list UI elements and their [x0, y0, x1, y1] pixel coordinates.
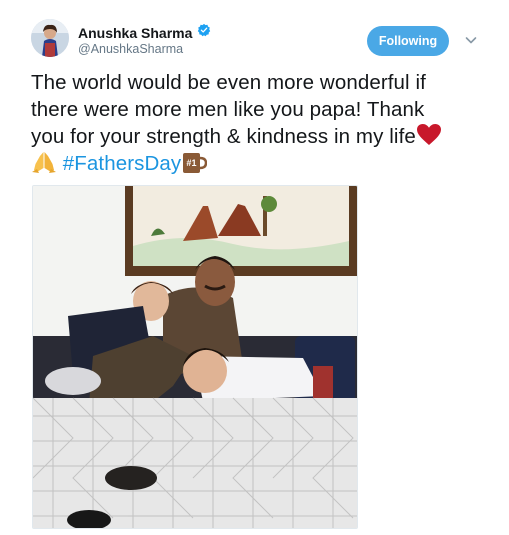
- name-row: Anushka Sharma: [78, 23, 211, 42]
- tweet-text-line: there were more men like you papa! Thank: [31, 98, 425, 121]
- display-name[interactable]: Anushka Sharma: [78, 25, 192, 41]
- mug-badge-text: #1: [187, 158, 197, 168]
- chevron-down-icon[interactable]: [464, 33, 478, 47]
- number-one-mug-icon: #1: [183, 153, 208, 173]
- tweet-photo[interactable]: [32, 185, 358, 529]
- red-heart-icon: [416, 124, 441, 145]
- family-photo-image: [33, 186, 357, 528]
- tweet-text: The world would be even more wonderful i…: [31, 69, 481, 177]
- tweet-text-line: #FathersDay #1: [31, 150, 481, 177]
- verified-badge-icon: [197, 23, 211, 42]
- folded-hands-icon: [32, 152, 56, 173]
- tweet-header: Anushka Sharma @AnushkaSharma Following: [31, 19, 491, 63]
- tweet-text-fragment: you for your strength & kindness in my l…: [31, 125, 416, 148]
- user-handle[interactable]: @AnushkaSharma: [78, 42, 183, 56]
- tweet-text-line: The world would be even more wonderful i…: [31, 71, 426, 94]
- avatar[interactable]: [31, 19, 69, 57]
- following-button[interactable]: Following: [367, 26, 449, 56]
- tweet-text-line: you for your strength & kindness in my l…: [31, 123, 481, 150]
- hashtag-link[interactable]: #FathersDay: [63, 152, 181, 175]
